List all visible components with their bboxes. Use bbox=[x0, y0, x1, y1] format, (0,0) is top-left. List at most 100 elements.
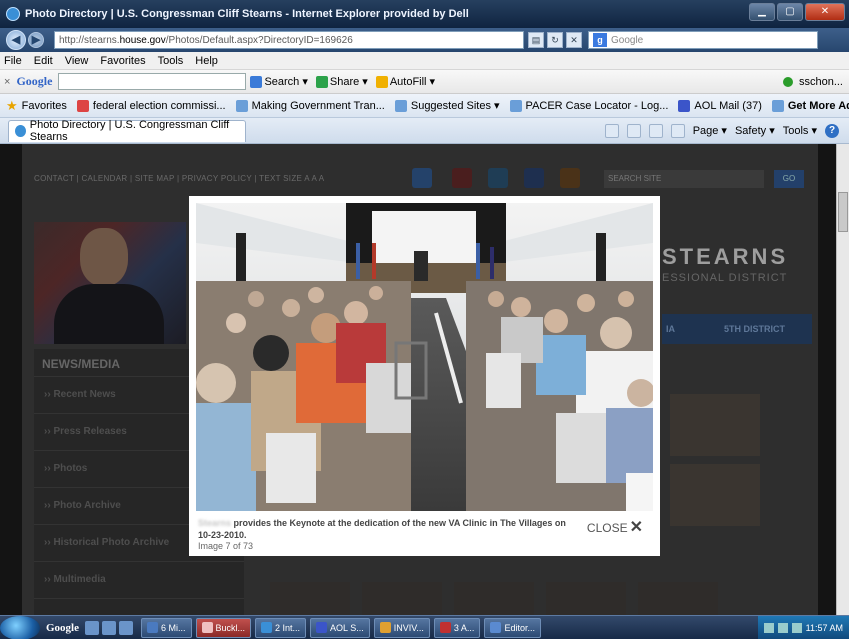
tools-menu[interactable]: Tools ▾ bbox=[783, 124, 817, 137]
menu-view[interactable]: View bbox=[65, 55, 89, 67]
fav-label: federal election commissi... bbox=[92, 99, 226, 112]
print-icon[interactable] bbox=[670, 123, 685, 138]
forward-button[interactable]: ▶ bbox=[28, 32, 44, 48]
menu-help[interactable]: Help bbox=[195, 55, 218, 67]
fav-item-making-gov[interactable]: Making Government Tran... bbox=[235, 99, 385, 112]
tab-photo-directory[interactable]: Photo Directory | U.S. Congressman Cliff… bbox=[8, 119, 246, 143]
google-share-button[interactable]: Share ▾ bbox=[315, 75, 368, 89]
ie-page-icon bbox=[235, 99, 248, 112]
fav-label: Suggested Sites ▾ bbox=[410, 100, 500, 112]
maximize-button[interactable]: ▢ bbox=[777, 3, 803, 21]
fav-label: AOL Mail (37) bbox=[694, 99, 762, 112]
back-button[interactable]: ◀ bbox=[6, 30, 26, 50]
nav-item-district[interactable]: 5TH DISTRICT bbox=[724, 324, 785, 334]
help-icon[interactable]: ? bbox=[825, 123, 839, 138]
site-top-links[interactable]: CONTACT | CALENDAR | SITE MAP | PRIVACY … bbox=[34, 174, 324, 183]
command-bar: Page ▾ Safety ▾ Tools ▾ ? bbox=[604, 123, 839, 138]
photo-caption: Stearns provides the Keynote at the dedi… bbox=[198, 517, 578, 541]
fav-item-suggested-sites[interactable]: Suggested Sites ▾ bbox=[394, 99, 500, 112]
google-toolbar: × Google Search ▾ Share ▾ AutoFill ▾ ssc… bbox=[0, 70, 849, 94]
page-menu[interactable]: Page ▾ bbox=[693, 124, 727, 137]
aol-icon bbox=[678, 99, 691, 112]
fav-label: PACER Case Locator - Log... bbox=[525, 99, 669, 112]
clock[interactable]: 11:57 AM bbox=[806, 623, 843, 633]
rss-icon[interactable] bbox=[560, 168, 580, 188]
document-icon bbox=[201, 622, 213, 633]
ie-page-icon bbox=[509, 99, 522, 112]
photo-thumbnail[interactable] bbox=[638, 582, 718, 615]
url-host: house.gov bbox=[119, 34, 166, 46]
vertical-scrollbar[interactable] bbox=[836, 144, 849, 615]
ie-page-icon bbox=[15, 125, 26, 137]
volume-icon[interactable] bbox=[791, 622, 802, 633]
menu-favorites[interactable]: Favorites bbox=[100, 55, 145, 67]
task-aol[interactable]: AOL S... bbox=[310, 617, 370, 638]
url-input[interactable]: http://stearns. house.gov/Photos/Default.… bbox=[54, 31, 524, 49]
quick-launch-icon[interactable] bbox=[85, 620, 99, 635]
task-label: Editor... bbox=[504, 622, 535, 633]
minimize-button[interactable]: ▁ bbox=[749, 3, 775, 21]
youtube-icon[interactable] bbox=[452, 168, 472, 188]
compat-view-icon[interactable]: ▤ bbox=[528, 32, 544, 48]
taskbar-google-search[interactable]: Google bbox=[46, 622, 79, 634]
aol-social-icon[interactable] bbox=[412, 168, 432, 188]
home-icon[interactable] bbox=[604, 123, 619, 138]
fav-item-pacer[interactable]: PACER Case Locator - Log... bbox=[509, 99, 669, 112]
facebook-icon[interactable] bbox=[524, 168, 544, 188]
menu-tools[interactable]: Tools bbox=[158, 55, 184, 67]
google-autofill-button[interactable]: AutoFill ▾ bbox=[375, 75, 435, 89]
tray-icon[interactable] bbox=[777, 622, 788, 633]
photo-thumbnail[interactable] bbox=[362, 582, 442, 615]
photo-thumbnail[interactable] bbox=[454, 582, 534, 615]
twitter-icon[interactable] bbox=[488, 168, 508, 188]
feeds-icon[interactable] bbox=[626, 123, 641, 138]
ie-page-icon bbox=[771, 99, 784, 112]
fav-item-addons[interactable]: Get More Add-ons ▾ bbox=[771, 99, 849, 112]
task-internet-explorer[interactable]: 2 Int... bbox=[255, 617, 307, 638]
news-item-multimedia[interactable]: ›› Multimedia bbox=[34, 562, 244, 599]
browser-search-input[interactable]: g Google bbox=[588, 31, 818, 49]
stop-icon[interactable]: ✕ bbox=[566, 32, 582, 48]
site-banner-subtitle: ESSIONAL DISTRICT bbox=[662, 272, 788, 284]
fav-item-aol-mail[interactable]: AOL Mail (37) bbox=[678, 99, 762, 112]
close-window-button[interactable]: ✕ bbox=[805, 3, 845, 21]
site-search-input[interactable]: SEARCH SITE bbox=[604, 170, 764, 188]
ie-icon bbox=[261, 622, 273, 633]
google-search-button[interactable]: Search ▾ bbox=[250, 75, 308, 89]
task-acrobat[interactable]: 3 A... bbox=[433, 617, 481, 638]
menu-file[interactable]: File bbox=[4, 55, 22, 67]
news-item-label: Recent News bbox=[53, 389, 116, 400]
site-nav-strip: IA 5TH DISTRICT bbox=[662, 314, 812, 344]
pdf-icon bbox=[439, 622, 451, 633]
task-inviv[interactable]: INVIV... bbox=[373, 617, 430, 638]
congressman-portrait bbox=[34, 222, 186, 344]
photo-thumbnails-bottom bbox=[270, 582, 718, 615]
google-user[interactable]: sschon... bbox=[799, 76, 843, 88]
menu-edit[interactable]: Edit bbox=[34, 55, 53, 67]
task-buckl[interactable]: Buckl... bbox=[195, 617, 252, 638]
photo-thumbnail[interactable] bbox=[670, 464, 760, 526]
photo-thumbnail[interactable] bbox=[670, 394, 760, 456]
favorites-button[interactable]: ★ Favorites bbox=[6, 99, 67, 112]
photo-thumbnail[interactable] bbox=[270, 582, 350, 615]
photo-thumbnails-right bbox=[670, 394, 760, 534]
mail-icon[interactable] bbox=[648, 123, 663, 138]
nav-item-media[interactable]: IA bbox=[666, 324, 675, 334]
safety-menu[interactable]: Safety ▾ bbox=[735, 124, 775, 137]
google-toolbar-search-input[interactable] bbox=[58, 73, 247, 90]
start-button[interactable] bbox=[0, 615, 40, 639]
task-outlook[interactable]: 6 Mi... bbox=[141, 617, 192, 638]
lightbox-close-button[interactable]: CLOSE ✕ bbox=[587, 520, 643, 536]
google-search-icon: g bbox=[593, 33, 607, 47]
quick-launch-icon[interactable] bbox=[119, 620, 133, 635]
fav-item-fec[interactable]: federal election commissi... bbox=[76, 99, 226, 112]
site-search-go-button[interactable]: GO bbox=[774, 170, 804, 188]
tray-icon[interactable] bbox=[763, 622, 774, 633]
scrollbar-thumb[interactable] bbox=[838, 192, 848, 232]
photo-thumbnail[interactable] bbox=[546, 582, 626, 615]
refresh-icon[interactable]: ↻ bbox=[547, 32, 563, 48]
mail-icon bbox=[147, 622, 158, 633]
quick-launch-icon[interactable] bbox=[102, 620, 116, 635]
toolbar-close-icon[interactable]: × bbox=[4, 76, 10, 88]
task-editor[interactable]: Editor... bbox=[484, 617, 541, 638]
